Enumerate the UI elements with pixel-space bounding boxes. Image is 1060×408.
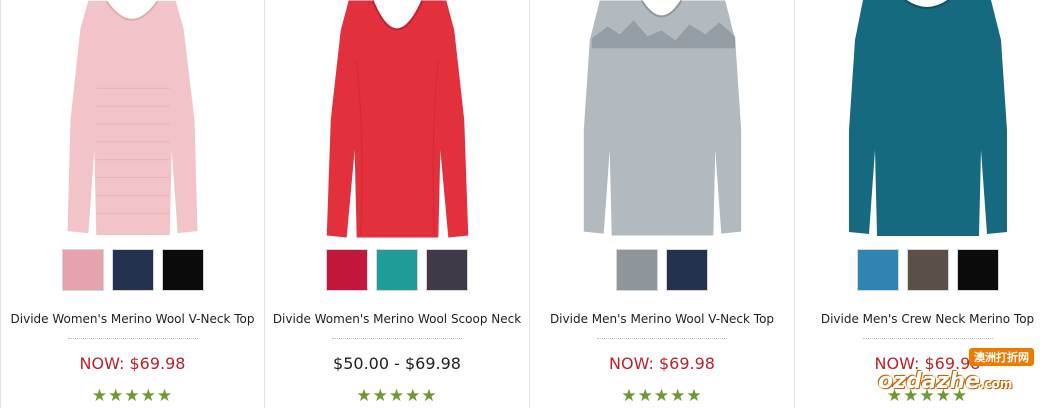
color-swatch[interactable]	[616, 249, 658, 291]
color-swatch[interactable]	[666, 249, 708, 291]
color-swatch[interactable]	[161, 249, 204, 291]
product-grid: Divide Women's Merino Wool V-Neck Top NO…	[0, 0, 1060, 408]
watermark-badge: 澳洲打折网	[969, 348, 1034, 366]
rating-stars-icon: ★★★★★	[356, 386, 438, 405]
divider	[862, 338, 993, 339]
color-swatch[interactable]	[906, 249, 949, 291]
product-image[interactable]	[1, 0, 264, 240]
color-swatch[interactable]	[376, 249, 418, 291]
divider	[597, 338, 727, 339]
product-image[interactable]	[795, 0, 1060, 240]
divider	[67, 338, 198, 339]
color-swatches	[265, 249, 529, 291]
color-swatch[interactable]	[856, 249, 899, 291]
color-swatch[interactable]	[111, 249, 154, 291]
rating-stars-icon: ★★★★★	[91, 386, 174, 405]
product-card: Divide Men's Crew Neck Merino Top NOW: $…	[795, 0, 1060, 408]
divider	[332, 338, 462, 339]
color-swatch[interactable]	[61, 249, 104, 291]
product-card: Divide Men's Merino Wool V-Neck Top NOW:…	[530, 0, 795, 408]
color-swatches	[530, 249, 794, 291]
product-price: NOW: $69.98	[609, 354, 715, 373]
color-swatches	[1, 249, 264, 291]
product-price: NOW: $69.98	[79, 354, 186, 373]
product-image[interactable]	[265, 0, 529, 240]
product-image[interactable]	[530, 0, 794, 240]
product-card: Divide Women's Merino Wool Scoop Neck $5…	[265, 0, 530, 408]
product-card: Divide Women's Merino Wool V-Neck Top NO…	[0, 0, 265, 408]
product-name[interactable]: Divide Women's Merino Wool V-Neck Top	[1, 312, 264, 326]
product-price: $50.00 - $69.98	[333, 354, 461, 373]
color-swatch[interactable]	[956, 249, 999, 291]
color-swatch[interactable]	[326, 249, 368, 291]
watermark-brand: ozdazhe.com	[878, 369, 1012, 394]
watermark-logo: 澳洲打折网 ozdazhe.com	[878, 348, 1038, 394]
color-swatches	[795, 249, 1060, 291]
product-name[interactable]: Divide Women's Merino Wool Scoop Neck	[265, 312, 529, 326]
color-swatch[interactable]	[426, 249, 468, 291]
watermark-brand-text: ozdazhe	[878, 369, 980, 394]
product-name[interactable]: Divide Men's Merino Wool V-Neck Top	[530, 312, 794, 326]
watermark-domain: .com	[979, 377, 1013, 391]
rating-stars-icon: ★★★★★	[621, 386, 703, 405]
product-name[interactable]: Divide Men's Crew Neck Merino Top	[795, 312, 1060, 326]
